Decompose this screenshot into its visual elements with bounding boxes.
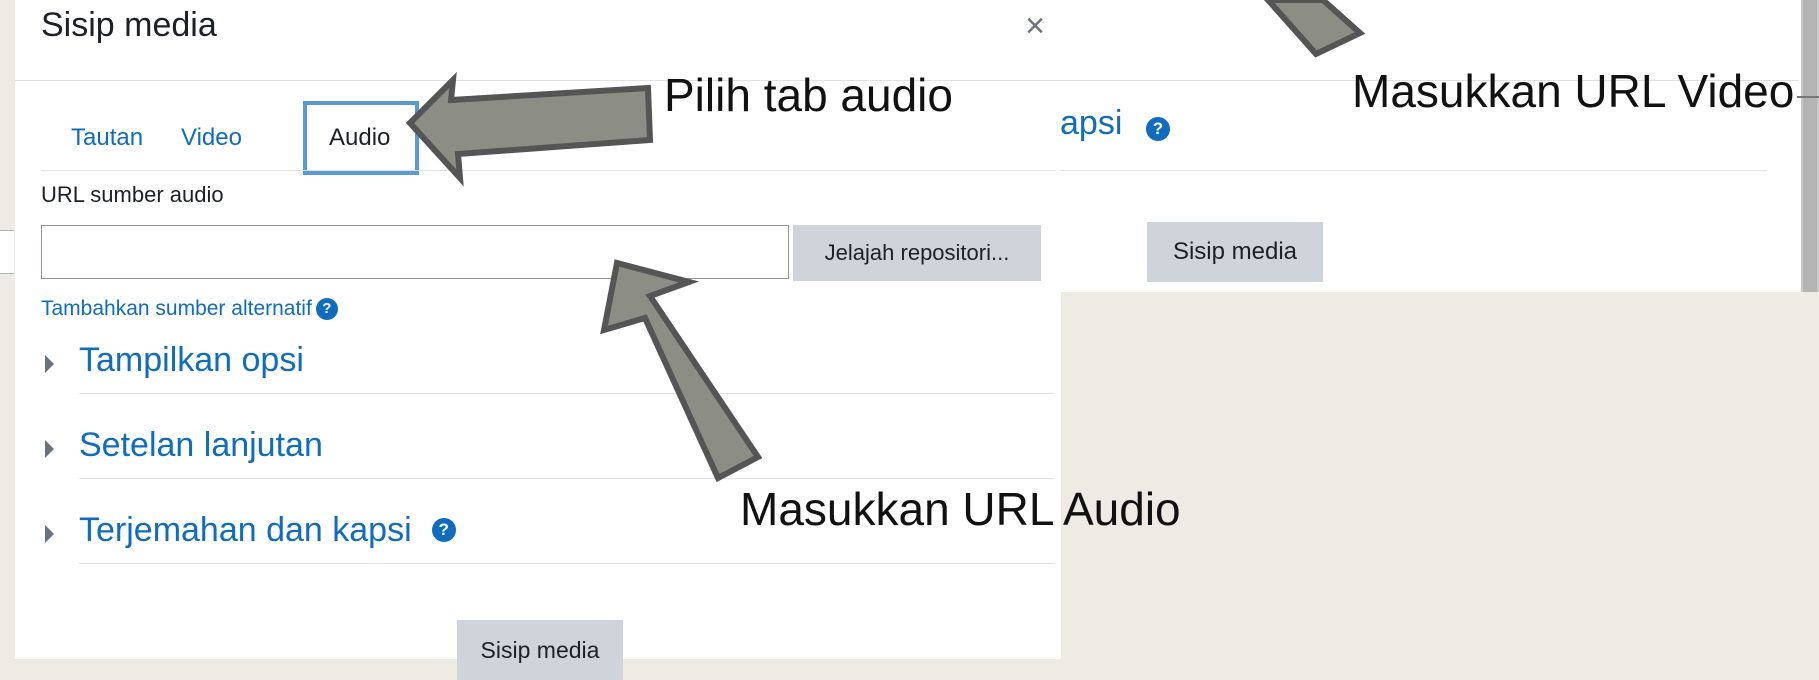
section-title[interactable]: Setelan lanjutan — [79, 426, 323, 465]
section-display-options[interactable]: Tampilkan opsi — [45, 337, 1055, 397]
close-icon[interactable]: × — [1015, 6, 1055, 46]
scrollbar[interactable] — [1797, 0, 1819, 292]
scrollbar-thumb[interactable] — [1803, 0, 1817, 292]
background-section-title[interactable]: apsi — [1060, 104, 1122, 143]
tab-audio[interactable]: Audio — [303, 101, 419, 175]
modal-title: Sisip media — [41, 6, 217, 44]
section-title[interactable]: Terjemahan dan kapsi? — [79, 511, 456, 550]
add-alternative-source-link[interactable]: Tambahkan sumber alternatif? — [41, 297, 338, 321]
background-insert-media-button[interactable]: Sisip media — [1147, 222, 1323, 282]
browse-repositories-button[interactable]: Jelajah repositori... — [793, 225, 1041, 281]
caret-right-icon[interactable] — [45, 440, 54, 458]
help-icon[interactable]: ? — [315, 298, 338, 321]
audio-url-input[interactable] — [41, 225, 789, 279]
section-advanced-settings[interactable]: Setelan lanjutan — [45, 422, 1055, 482]
divider — [1060, 170, 1767, 171]
tab-video[interactable]: Video — [151, 103, 272, 171]
divider — [79, 478, 1055, 479]
annotation-choose-audio-tab: Pilih tab audio — [664, 69, 953, 121]
caret-right-icon[interactable] — [45, 525, 54, 543]
help-icon[interactable]: ? — [431, 518, 456, 543]
background-dialog: apsi ? Sisip media — [1060, 0, 1819, 292]
add-alternative-source-label[interactable]: Tambahkan sumber alternatif — [41, 297, 312, 320]
section-title[interactable]: Tampilkan opsi — [79, 341, 304, 380]
annotation-enter-audio-url: Masukkan URL Audio — [740, 483, 1181, 535]
audio-url-label: URL sumber audio — [41, 182, 224, 207]
annotation-enter-video-url: Masukkan URL Video — [1352, 65, 1795, 117]
section-title-text[interactable]: Terjemahan dan kapsi — [79, 511, 412, 549]
scrollbar-marker — [1797, 96, 1819, 98]
help-icon[interactable]: ? — [1146, 117, 1170, 141]
divider — [79, 393, 1055, 394]
insert-media-button[interactable]: Sisip media — [457, 620, 623, 680]
divider — [79, 563, 1055, 564]
caret-right-icon[interactable] — [45, 355, 54, 373]
tabs-divider — [41, 170, 1056, 171]
background-input-fragment — [0, 230, 14, 274]
